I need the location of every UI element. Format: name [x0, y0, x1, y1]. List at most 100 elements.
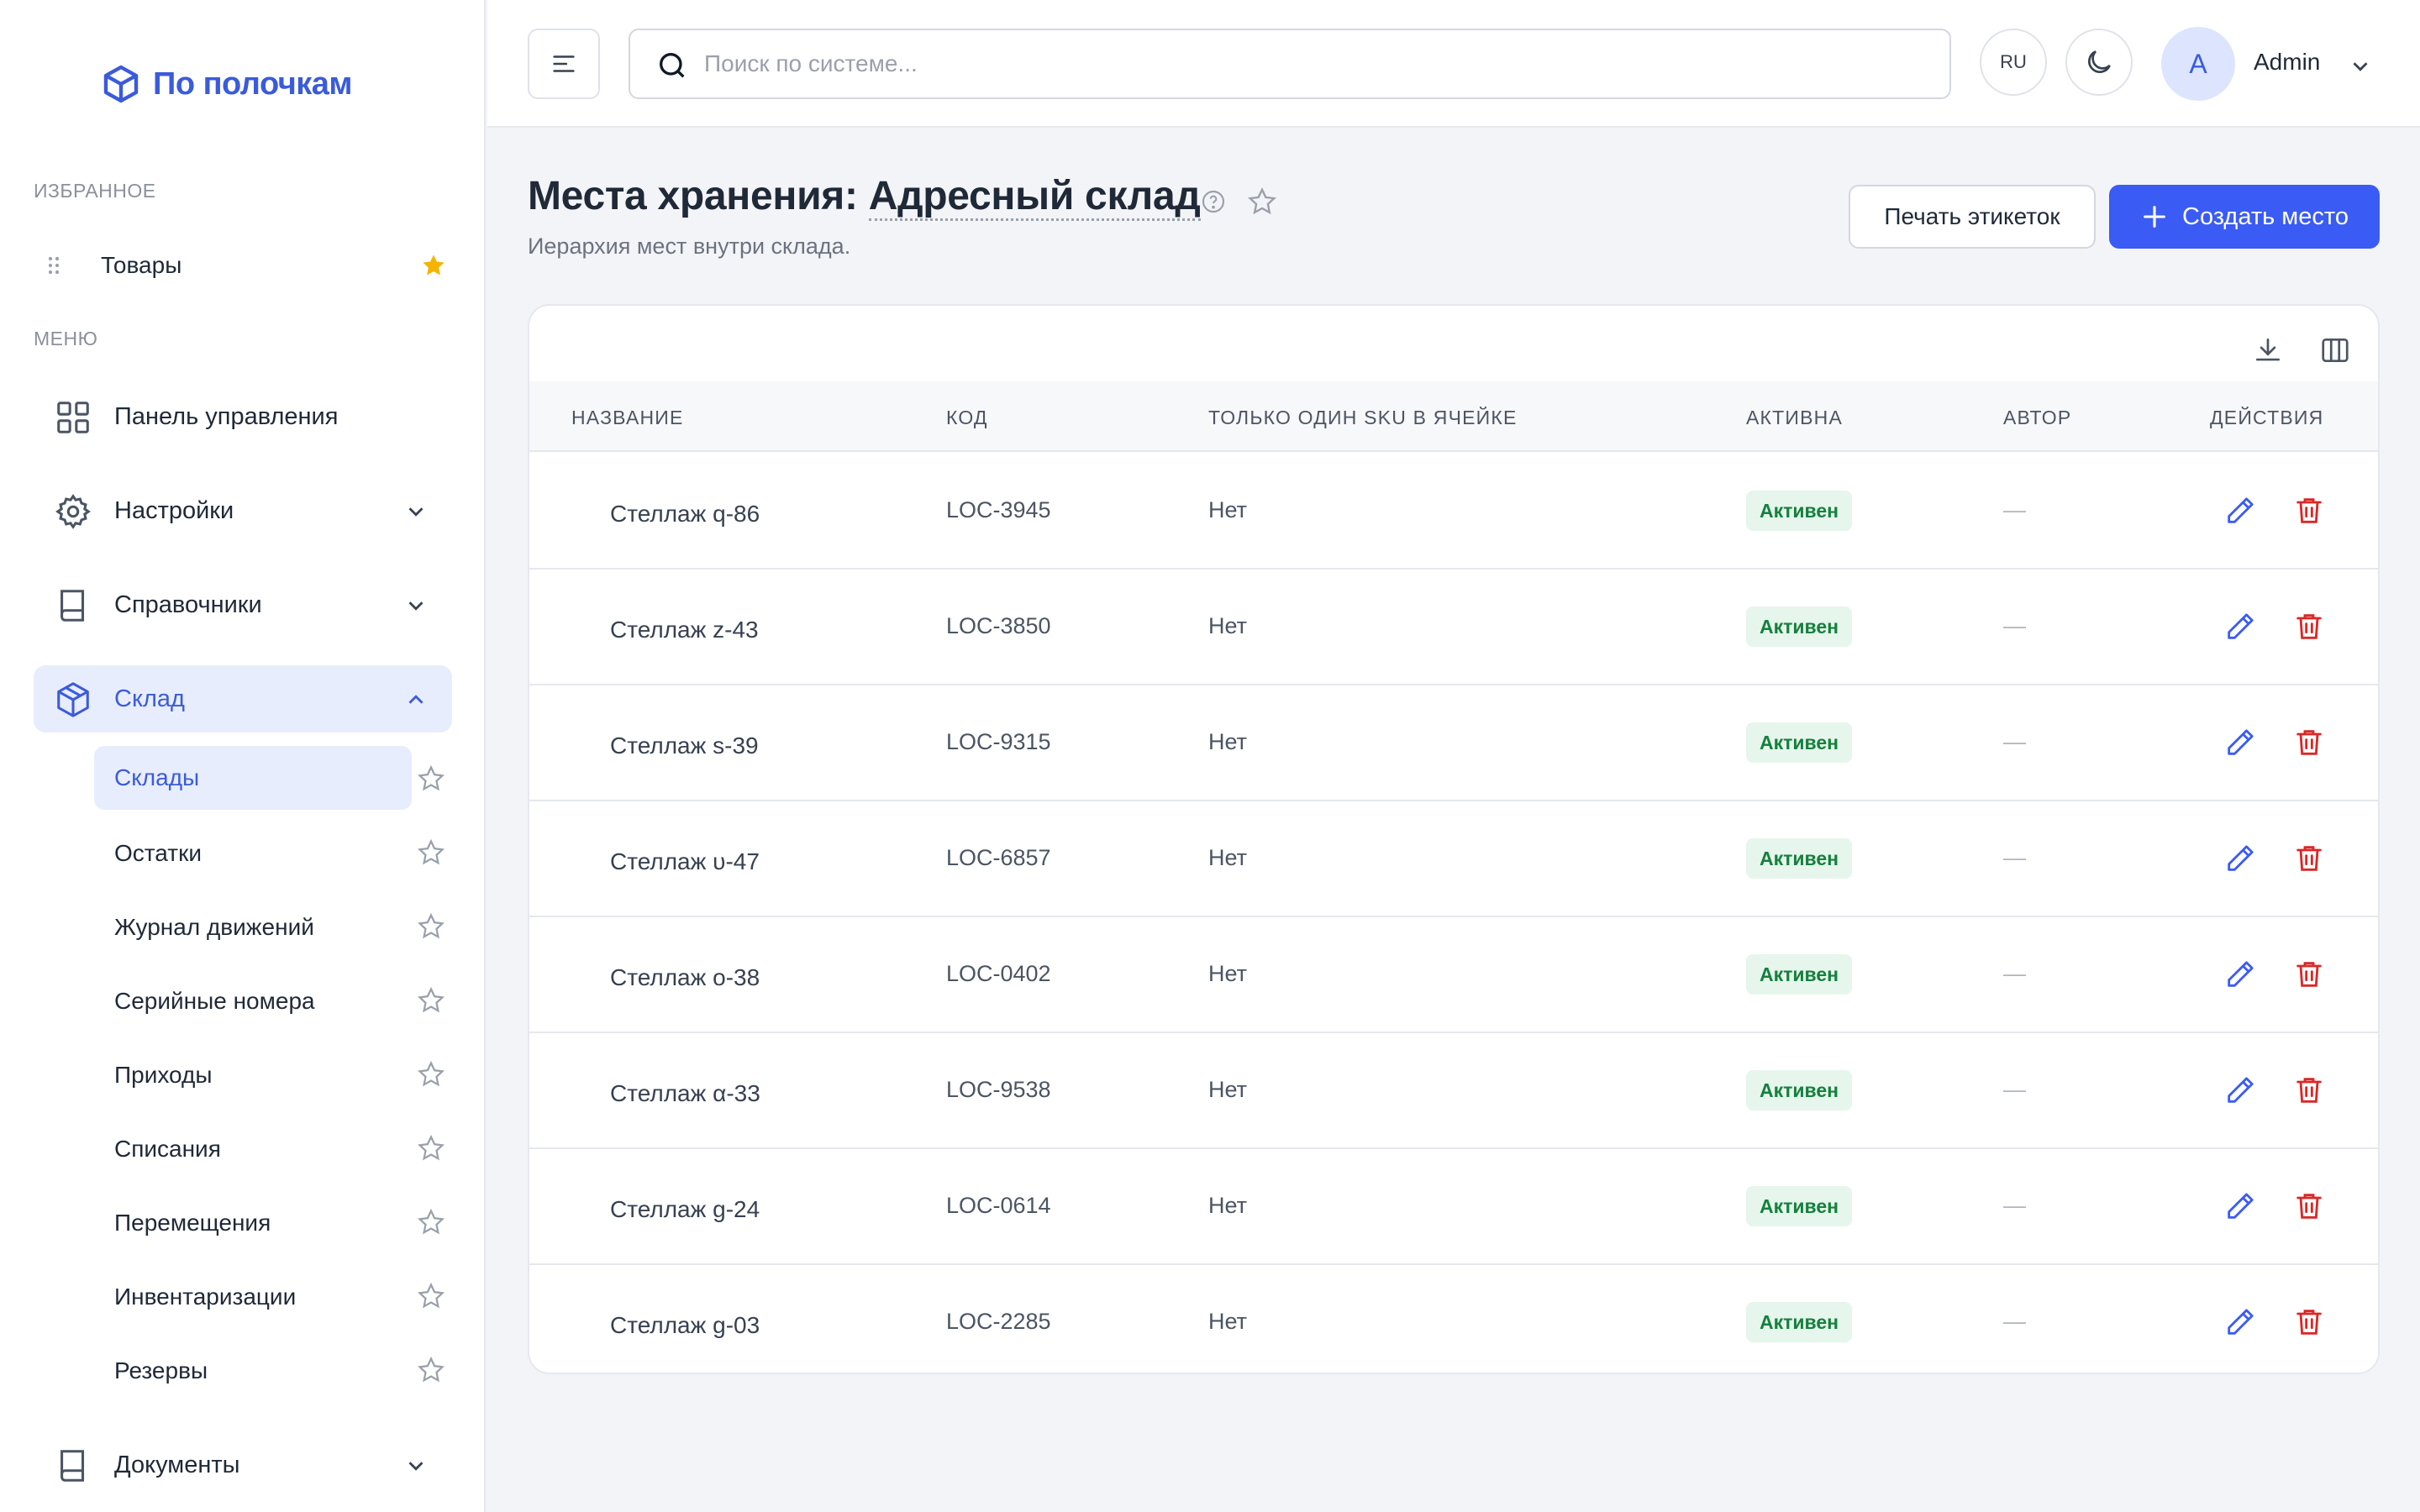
location-name[interactable]: Стеллаж α-33: [610, 1080, 760, 1107]
search-icon: [660, 53, 685, 78]
sidebar-item-label: Перемещения: [114, 1210, 271, 1236]
sidebar: По полочкам ИЗБРАННОЕ Товары МЕНЮ Панель…: [0, 0, 486, 1512]
create-location-button[interactable]: Создать место: [2109, 185, 2380, 249]
sidebar-item-transfers[interactable]: Перемещения: [94, 1191, 412, 1255]
nav-item-warehouse[interactable]: Склад: [34, 665, 452, 732]
page-title-warehouse[interactable]: Адресный склад: [868, 174, 1201, 221]
column-header-single-sku[interactable]: ТОЛЬКО ОДИН SKU В ЯЧЕЙКЕ: [1208, 407, 1518, 429]
status-badge: Активен: [1746, 838, 1853, 879]
column-header-active[interactable]: АКТИВНА: [1746, 407, 1843, 429]
chevron-down-icon[interactable]: [2348, 54, 2373, 79]
star-outline-icon[interactable]: [1247, 186, 1277, 217]
location-name[interactable]: Стеллаж υ-47: [610, 848, 760, 875]
trash-icon[interactable]: [2292, 610, 2326, 643]
sidebar-item-label: Журнал движений: [114, 914, 314, 940]
star-outline-icon[interactable]: [417, 1282, 445, 1310]
star-filled-icon[interactable]: [420, 252, 447, 279]
star-outline-icon[interactable]: [417, 838, 445, 867]
table-row[interactable]: Стеллаж α-33 LOC-9538 Нет Активен —: [529, 1033, 2378, 1149]
edit-icon[interactable]: [2223, 1189, 2257, 1223]
edit-icon[interactable]: [2223, 958, 2257, 991]
sidebar-item-inventories[interactable]: Инвентаризации: [94, 1265, 412, 1329]
favorite-item-products[interactable]: Товары: [34, 242, 454, 289]
trash-icon[interactable]: [2292, 494, 2326, 528]
table-row[interactable]: Стеллаж g-24 LOC-0614 Нет Активен —: [529, 1149, 2378, 1265]
table-row[interactable]: Стеллаж υ-47 LOC-6857 Нет Активен —: [529, 801, 2378, 917]
location-name[interactable]: Стеллаж o-38: [610, 964, 760, 991]
chevron-down-icon: [408, 601, 424, 611]
star-outline-icon[interactable]: [417, 1356, 445, 1384]
moon-icon: [2088, 50, 2111, 73]
plus-icon: [2144, 206, 2165, 228]
trash-icon[interactable]: [2292, 958, 2326, 991]
trash-icon[interactable]: [2292, 1074, 2326, 1107]
menu-toggle-button[interactable]: [528, 29, 600, 99]
trash-icon[interactable]: [2292, 1305, 2326, 1339]
trash-icon[interactable]: [2292, 842, 2326, 875]
trash-icon[interactable]: [2292, 726, 2326, 759]
sidebar-item-label: Склады: [114, 764, 200, 790]
table-row[interactable]: Стеллаж q-86 LOC-3945 Нет Активен —: [529, 454, 2378, 570]
edit-icon[interactable]: [2223, 494, 2257, 528]
location-name[interactable]: Стеллаж s-39: [610, 732, 759, 759]
edit-icon[interactable]: [2223, 842, 2257, 875]
single-sku-value: Нет: [1208, 729, 1247, 754]
sidebar-item-warehouses[interactable]: Склады: [94, 746, 412, 810]
author-value: —: [2003, 613, 2026, 638]
search-box[interactable]: [629, 29, 1951, 99]
sidebar-item-movements[interactable]: Журнал движений: [94, 895, 412, 959]
location-name[interactable]: Стеллаж q-86: [610, 501, 760, 528]
location-name[interactable]: Стеллаж g-03: [610, 1312, 760, 1339]
table-header: НАЗВАНИЕ КОД ТОЛЬКО ОДИН SKU В ЯЧЕЙКЕ АК…: [529, 381, 2378, 452]
chevron-down-icon: [408, 507, 424, 517]
edit-icon[interactable]: [2223, 610, 2257, 643]
star-outline-icon[interactable]: [417, 912, 445, 941]
table-row[interactable]: Стеллаж s-39 LOC-9315 Нет Активен —: [529, 685, 2378, 801]
trash-icon[interactable]: [2292, 1189, 2326, 1223]
column-header-code[interactable]: КОД: [946, 407, 988, 429]
star-outline-icon[interactable]: [417, 1134, 445, 1163]
columns-icon[interactable]: [2319, 334, 2351, 366]
sidebar-item-receipts[interactable]: Приходы: [94, 1043, 412, 1107]
location-name[interactable]: Стеллаж z-43: [610, 617, 759, 643]
edit-icon[interactable]: [2223, 726, 2257, 759]
nav-item-documents[interactable]: Документы: [34, 1431, 452, 1499]
nav-item-settings[interactable]: Настройки: [34, 477, 452, 544]
download-icon[interactable]: [2252, 334, 2284, 366]
theme-toggle-button[interactable]: [2065, 29, 2133, 96]
edit-icon[interactable]: [2223, 1074, 2257, 1107]
print-labels-button[interactable]: Печать этикеток: [1849, 185, 2096, 249]
search-input[interactable]: [704, 45, 1914, 82]
avatar[interactable]: A: [2161, 27, 2235, 101]
app-logo[interactable]: По полочкам: [101, 64, 353, 104]
table-row[interactable]: Стеллаж o-38 LOC-0402 Нет Активен —: [529, 917, 2378, 1033]
sidebar-item-label: Инвентаризации: [114, 1284, 297, 1310]
sidebar-item-serials[interactable]: Серийные номера: [94, 969, 412, 1033]
top-header: RU A Admin: [487, 0, 2420, 128]
star-outline-icon[interactable]: [417, 1208, 445, 1236]
table-row[interactable]: Стеллаж z-43 LOC-3850 Нет Активен —: [529, 570, 2378, 685]
status-badge: Активен: [1746, 722, 1853, 763]
language-button[interactable]: RU: [1980, 29, 2047, 96]
column-header-name[interactable]: НАЗВАНИЕ: [571, 407, 684, 429]
location-code: LOC-0402: [946, 961, 1051, 986]
user-name[interactable]: Admin: [2254, 49, 2320, 76]
star-outline-icon[interactable]: [417, 764, 445, 793]
drag-handle-icon[interactable]: [40, 252, 67, 279]
edit-icon[interactable]: [2223, 1305, 2257, 1339]
single-sku-value: Нет: [1208, 1193, 1247, 1218]
sidebar-item-reserves[interactable]: Резервы: [94, 1339, 412, 1403]
location-name[interactable]: Стеллаж g-24: [610, 1196, 760, 1223]
nav-item-references[interactable]: Справочники: [34, 571, 452, 638]
sidebar-item-writeoffs[interactable]: Списания: [94, 1117, 412, 1181]
help-icon[interactable]: [1200, 188, 1227, 215]
star-outline-icon[interactable]: [417, 1060, 445, 1089]
author-value: —: [2003, 1077, 2026, 1102]
table-row[interactable]: Стеллаж g-03 LOC-2285 Нет Активен —: [529, 1265, 2378, 1373]
star-outline-icon[interactable]: [417, 986, 445, 1015]
nav-item-label: Панель управления: [114, 402, 339, 430]
sidebar-item-stock[interactable]: Остатки: [94, 822, 412, 885]
single-sku-value: Нет: [1208, 961, 1247, 986]
location-code: LOC-9315: [946, 729, 1051, 754]
nav-item-dashboard[interactable]: Панель управления: [34, 383, 452, 450]
